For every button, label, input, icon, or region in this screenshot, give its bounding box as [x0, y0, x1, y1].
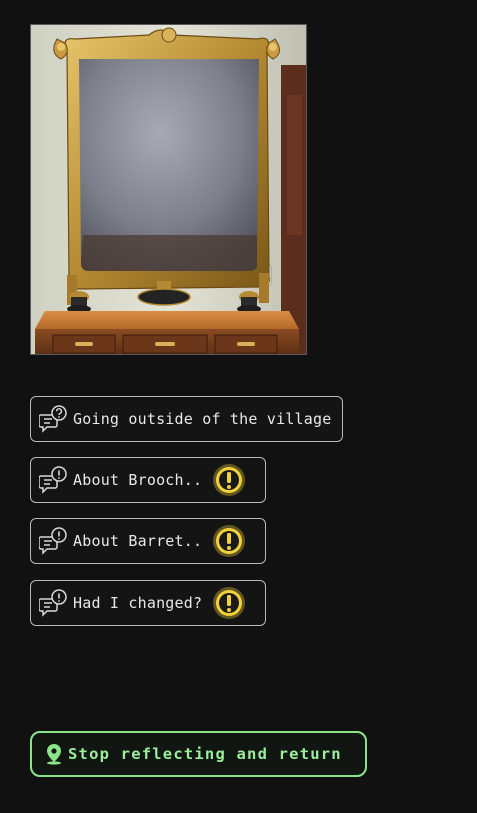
chat-exclamation-icon [39, 466, 67, 494]
choice-label: About Brooch.. [73, 471, 203, 489]
choice-going-outside[interactable]: Going outside of the village [30, 396, 343, 442]
map-pin-icon [47, 744, 61, 765]
choice-label: About Barret.. [73, 532, 203, 550]
choice-label: Going outside of the village [73, 410, 332, 428]
return-label: Stop reflecting and return [68, 745, 342, 763]
exclamation-alert-icon [213, 587, 246, 619]
chat-question-icon [39, 405, 67, 433]
choice-label: Had I changed? [73, 594, 203, 612]
choice-had-i-changed[interactable]: Had I changed? [30, 580, 266, 626]
exclamation-alert-icon [213, 525, 246, 557]
exclamation-alert-icon [213, 464, 246, 496]
stop-reflecting-button[interactable]: Stop reflecting and return [30, 731, 367, 777]
choice-about-barret[interactable]: About Barret.. [30, 518, 266, 564]
dialogue-screen: Going outside of the village About Brooc… [0, 0, 477, 813]
choice-about-brooch[interactable]: About Brooch.. [30, 457, 266, 503]
mirror-vanity-illustration [31, 25, 306, 354]
chat-exclamation-icon [39, 527, 67, 555]
chat-exclamation-icon [39, 589, 67, 617]
scene-image [30, 24, 307, 355]
